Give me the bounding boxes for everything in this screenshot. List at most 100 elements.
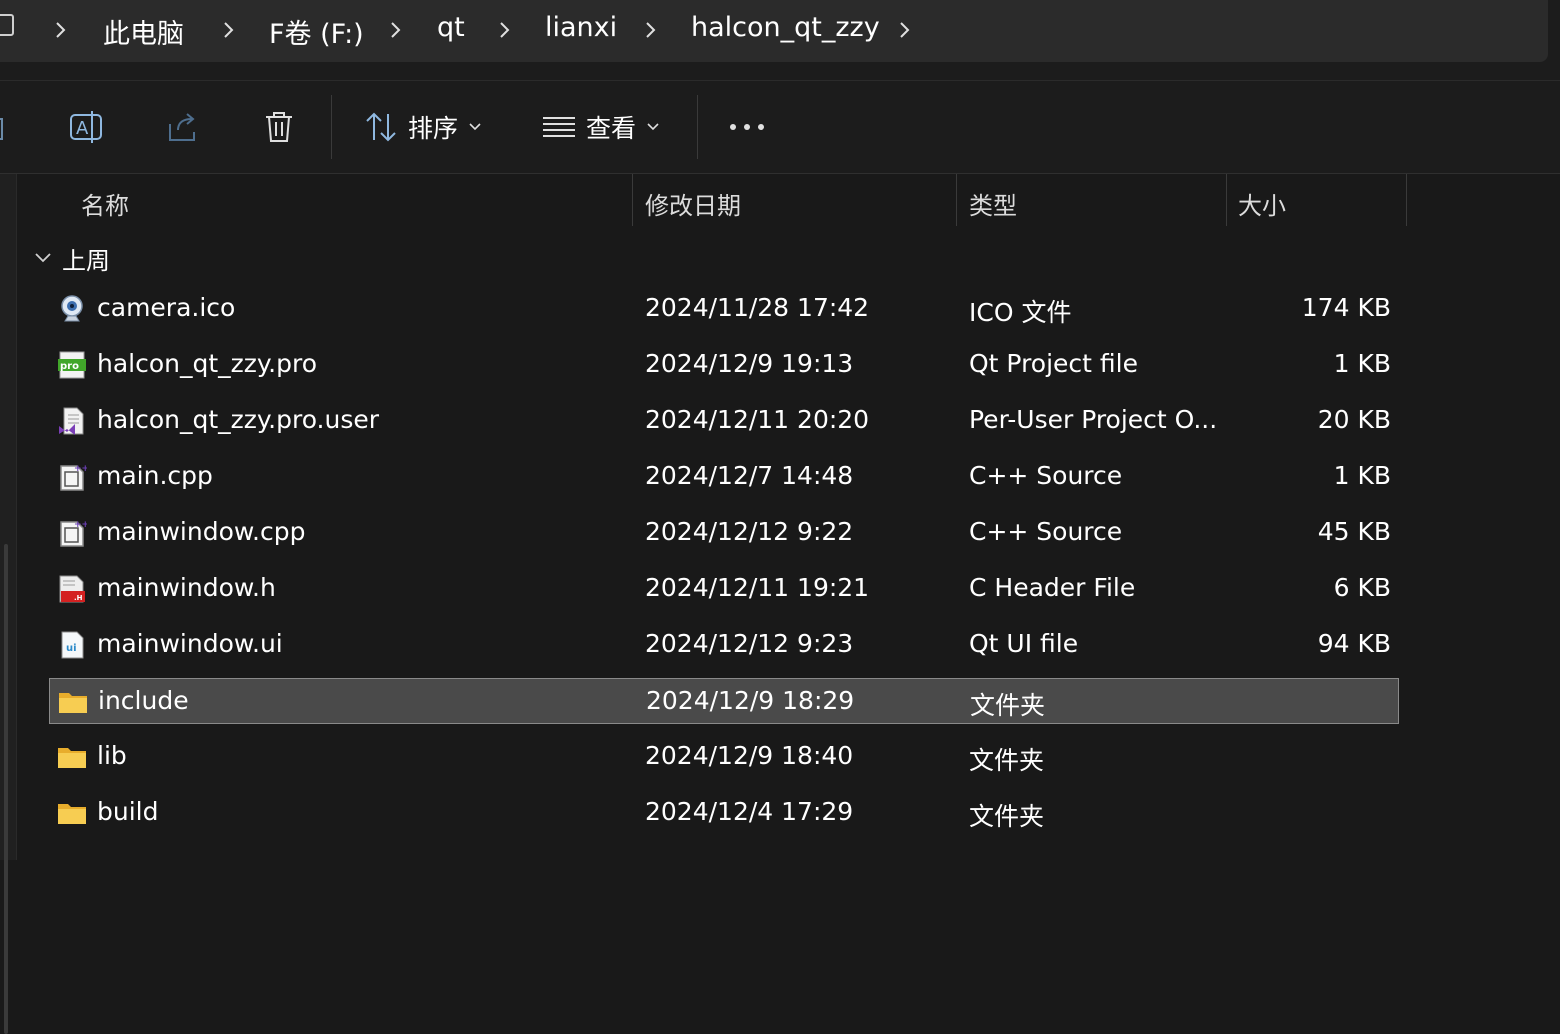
- address-bar-region: 此电脑 F卷 (F:) qt lianxi halcon_qt_zzy: [0, 0, 1560, 81]
- toolbar-divider: [331, 95, 332, 159]
- delete-button[interactable]: [262, 107, 296, 147]
- file-name: mainwindow.h: [97, 573, 276, 602]
- share-button[interactable]: [166, 107, 200, 147]
- camera-icon: [57, 294, 87, 324]
- file-date: 2024/11/28 17:42: [645, 293, 870, 322]
- column-divider[interactable]: [632, 174, 633, 226]
- file-row[interactable]: ++ main.cpp 2024/12/7 14:48 C++ Source 1 KB: [49, 454, 1399, 500]
- column-header-size[interactable]: 大小: [1238, 186, 1286, 221]
- file-name: mainwindow.ui: [97, 629, 283, 658]
- svg-text:A: A: [76, 118, 89, 139]
- folder-icon: [58, 687, 88, 717]
- file-name: camera.ico: [97, 293, 236, 322]
- chevron-right-icon[interactable]: [894, 20, 914, 40]
- view-label: 查看: [586, 114, 637, 143]
- chevron-down-icon: [469, 123, 481, 131]
- file-size: 6 KB: [1333, 573, 1391, 602]
- chevron-down-icon: [35, 253, 51, 263]
- file-type: Qt UI file: [969, 629, 1079, 658]
- file-size: 45 KB: [1317, 517, 1391, 546]
- file-name: build: [97, 797, 159, 826]
- computer-icon[interactable]: [0, 14, 14, 36]
- file-name: include: [98, 686, 189, 715]
- breadcrumb-item[interactable]: 此电脑: [103, 12, 184, 51]
- file-date: 2024/12/12 9:22: [645, 517, 854, 546]
- pro-file-icon: pro: [57, 350, 87, 380]
- cpp-file-icon: ++: [57, 462, 89, 492]
- folder-icon: [57, 742, 87, 772]
- column-divider[interactable]: [1226, 174, 1227, 226]
- file-size: 20 KB: [1317, 405, 1391, 434]
- file-type: Per-User Project O...: [969, 405, 1218, 434]
- file-name: mainwindow.cpp: [97, 517, 306, 546]
- column-divider[interactable]: [956, 174, 957, 226]
- sort-button[interactable]: 排序: [364, 107, 482, 147]
- navigation-pane-edge: [0, 174, 17, 1034]
- file-row[interactable]: .H mainwindow.h 2024/12/11 19:21 C Header …: [49, 566, 1399, 612]
- svg-text:++: ++: [74, 520, 87, 530]
- file-row[interactable]: ui mainwindow.ui 2024/12/12 9:23 Qt UI fil…: [49, 622, 1399, 668]
- column-header-date[interactable]: 修改日期: [645, 186, 741, 221]
- file-size: 1 KB: [1333, 461, 1391, 490]
- file-row[interactable]: pro halcon_qt_zzy.pro 2024/12/9 19:13 Qt P…: [49, 342, 1399, 388]
- chevron-right-icon[interactable]: [50, 20, 70, 40]
- file-type: ICO 文件: [969, 298, 1072, 327]
- file-row[interactable]: include 2024/12/9 18:29 文件夹: [49, 678, 1399, 724]
- more-icon: [730, 124, 764, 130]
- vs-file-icon: [57, 406, 87, 436]
- chevron-right-icon[interactable]: [494, 20, 514, 40]
- column-header-type[interactable]: 类型: [969, 186, 1017, 221]
- file-type: C++ Source: [969, 517, 1123, 546]
- breadcrumb-item[interactable]: qt: [437, 12, 465, 43]
- navigation-scrollbar[interactable]: [4, 544, 8, 1034]
- chevron-right-icon[interactable]: [385, 20, 405, 40]
- share-icon: [169, 113, 195, 141]
- address-bar[interactable]: 此电脑 F卷 (F:) qt lianxi halcon_qt_zzy: [0, 0, 1548, 62]
- breadcrumb-item[interactable]: lianxi: [545, 12, 617, 43]
- file-name: halcon_qt_zzy.pro: [97, 349, 317, 378]
- file-date: 2024/12/9 19:13: [645, 349, 854, 378]
- chevron-right-icon[interactable]: [640, 20, 660, 40]
- column-header-name[interactable]: 名称: [81, 186, 129, 221]
- file-date: 2024/12/4 17:29: [645, 797, 854, 826]
- file-date: 2024/12/9 18:40: [645, 741, 854, 770]
- file-size: 1 KB: [1333, 349, 1391, 378]
- column-divider[interactable]: [1406, 174, 1407, 226]
- chevron-down-icon: [647, 123, 659, 131]
- file-row[interactable]: build 2024/12/4 17:29 文件夹: [49, 790, 1399, 836]
- svg-text:.H: .H: [74, 594, 83, 602]
- svg-text:++: ++: [74, 464, 87, 474]
- rename-icon: A: [70, 111, 102, 143]
- file-row[interactable]: halcon_qt_zzy.pro.user 2024/12/11 20:20 Pe…: [49, 398, 1399, 444]
- breadcrumb-item[interactable]: halcon_qt_zzy: [691, 12, 880, 43]
- file-name: lib: [97, 741, 127, 770]
- file-row[interactable]: camera.ico 2024/11/28 17:42 ICO 文件 174 KB: [49, 286, 1399, 332]
- breadcrumb-item[interactable]: F卷 (F:): [269, 12, 364, 51]
- svg-text:pro: pro: [60, 361, 79, 372]
- sort-icon: [366, 112, 396, 142]
- file-type: 文件夹: [969, 802, 1045, 831]
- sort-label: 排序: [408, 114, 459, 143]
- file-date: 2024/12/9 18:29: [646, 686, 855, 715]
- file-type: C Header File: [969, 573, 1136, 602]
- chevron-right-icon[interactable]: [218, 20, 238, 40]
- file-type: Qt Project file: [969, 349, 1138, 378]
- file-type: 文件夹: [969, 746, 1045, 775]
- paste-icon[interactable]: [0, 113, 6, 143]
- file-row[interactable]: lib 2024/12/9 18:40 文件夹: [49, 734, 1399, 780]
- file-type: 文件夹: [970, 691, 1046, 720]
- view-icon: [543, 117, 575, 137]
- file-date: 2024/12/11 20:20: [645, 405, 870, 434]
- group-header[interactable]: 上周: [34, 240, 110, 276]
- ui-file-icon: ui: [57, 630, 87, 660]
- file-size: 174 KB: [1301, 293, 1391, 322]
- group-label: 上周: [62, 246, 110, 275]
- file-row[interactable]: ++ mainwindow.cpp 2024/12/12 9:22 C++ Sour…: [49, 510, 1399, 556]
- file-size: 94 KB: [1317, 629, 1391, 658]
- rename-button[interactable]: A: [68, 107, 104, 147]
- file-date: 2024/12/11 19:21: [645, 573, 870, 602]
- command-bar: A 排序 查看: [0, 81, 1560, 174]
- more-options-button[interactable]: [728, 107, 766, 147]
- header-file-icon: .H: [57, 574, 87, 604]
- view-button[interactable]: 查看: [542, 107, 660, 147]
